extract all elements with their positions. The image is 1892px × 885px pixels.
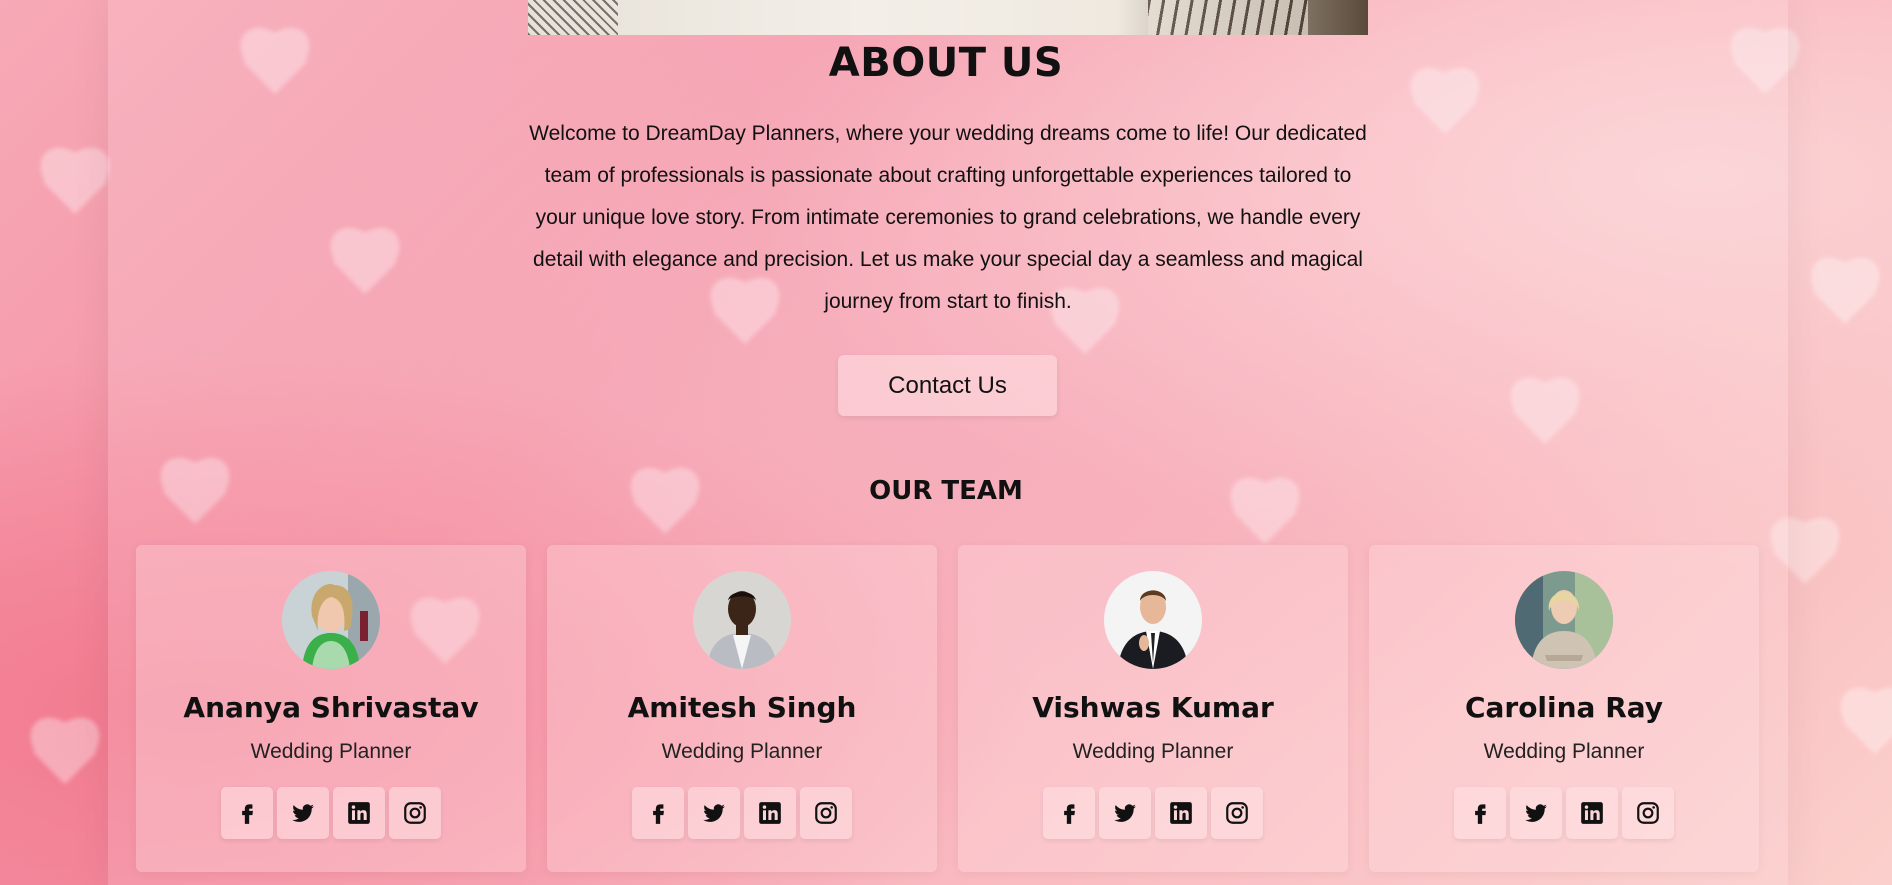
instagram-link[interactable] [800, 787, 852, 839]
member-name: Ananya Shrivastav [183, 691, 479, 724]
twitter-icon [292, 804, 314, 822]
member-role: Wedding Planner [1483, 740, 1645, 763]
member-role: Wedding Planner [661, 740, 823, 763]
heart-decoration [1800, 260, 1890, 340]
about-title: ABOUT US [828, 40, 1064, 86]
facebook-link[interactable] [632, 787, 684, 839]
twitter-link[interactable] [1099, 787, 1151, 839]
instagram-link[interactable] [389, 787, 441, 839]
linkedin-icon [1170, 802, 1192, 824]
facebook-link[interactable] [1043, 787, 1095, 839]
social-links [547, 787, 937, 839]
member-role: Wedding Planner [1072, 740, 1234, 763]
avatar [1104, 571, 1202, 669]
member-name: Vishwas Kumar [1032, 691, 1274, 724]
linkedin-icon [759, 802, 781, 824]
team-card: Vishwas Kumar Wedding Planner [958, 545, 1348, 872]
member-name: Carolina Ray [1464, 691, 1664, 724]
member-role: Wedding Planner [250, 740, 412, 763]
facebook-icon [653, 804, 664, 824]
instagram-link[interactable] [1622, 787, 1674, 839]
social-links [1369, 787, 1759, 839]
avatar [282, 571, 380, 669]
heart-decoration [20, 720, 110, 800]
hero-image [528, 0, 1368, 35]
linkedin-link[interactable] [1566, 787, 1618, 839]
facebook-link[interactable] [221, 787, 273, 839]
instagram-icon [1637, 802, 1659, 824]
about-text: Welcome to DreamDay Planners, where your… [529, 122, 1367, 313]
team-title: OUR TEAM [869, 476, 1023, 506]
member-name: Amitesh Singh [627, 691, 857, 724]
instagram-link[interactable] [1211, 787, 1263, 839]
social-links [136, 787, 526, 839]
facebook-icon [242, 804, 253, 824]
team-card: Amitesh Singh Wedding Planner [547, 545, 937, 872]
instagram-icon [404, 802, 426, 824]
twitter-icon [703, 804, 725, 822]
twitter-icon [1114, 804, 1136, 822]
facebook-icon [1064, 804, 1075, 824]
twitter-icon [1525, 804, 1547, 822]
instagram-icon [1226, 802, 1248, 824]
linkedin-link[interactable] [744, 787, 796, 839]
social-links [958, 787, 1348, 839]
facebook-icon [1475, 804, 1486, 824]
linkedin-icon [348, 802, 370, 824]
heart-decoration [1830, 690, 1892, 770]
twitter-link[interactable] [277, 787, 329, 839]
avatar [1515, 571, 1613, 669]
linkedin-link[interactable] [333, 787, 385, 839]
facebook-link[interactable] [1454, 787, 1506, 839]
linkedin-link[interactable] [1155, 787, 1207, 839]
linkedin-icon [1581, 802, 1603, 824]
twitter-link[interactable] [688, 787, 740, 839]
team-card: Carolina Ray Wedding Planner [1369, 545, 1759, 872]
avatar [693, 571, 791, 669]
twitter-link[interactable] [1510, 787, 1562, 839]
lace-decoration [528, 0, 618, 35]
contact-us-button[interactable]: Contact Us [838, 355, 1057, 416]
ribbon-decoration [1148, 0, 1308, 35]
instagram-icon [815, 802, 837, 824]
heart-decoration [30, 150, 120, 230]
team-card: Ananya Shrivastav Wedding Planner [136, 545, 526, 872]
